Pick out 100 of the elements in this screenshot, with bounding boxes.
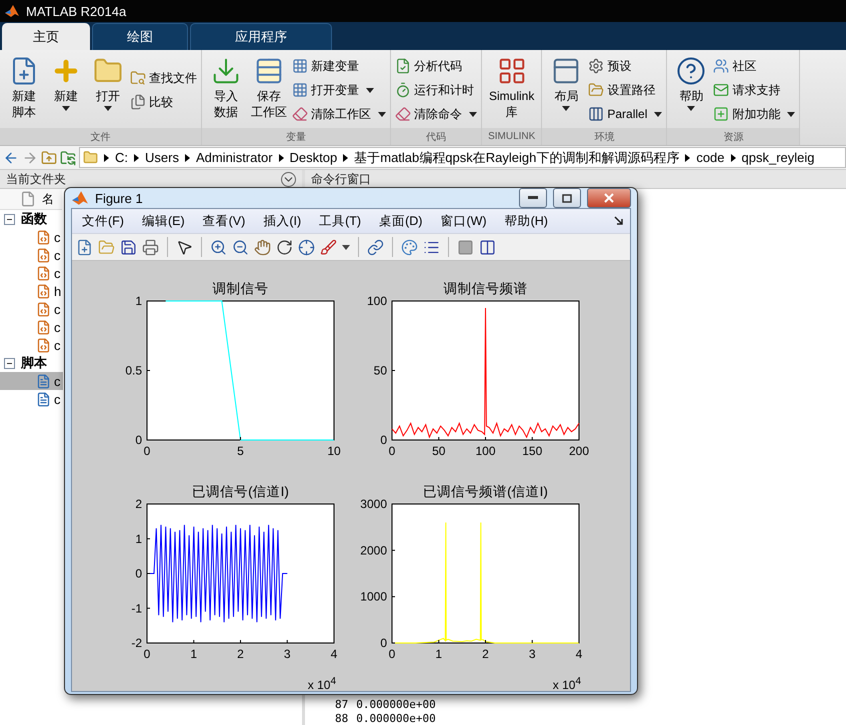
toolstrip-button[interactable]: 预设 [588,56,662,76]
menu-item[interactable]: 插入(I) [263,212,302,230]
toolstrip-button[interactable]: 保存 工作区 [248,54,290,128]
toolstrip-button[interactable]: 打开 [88,54,128,128]
caret-icon[interactable] [654,112,662,116]
group-title: 变量 [202,128,390,145]
caret-icon[interactable] [366,88,374,92]
caret-icon[interactable] [62,106,70,111]
tick-label: 0 [135,433,142,447]
window-title: MATLAB R2014a [26,4,126,18]
toolstrip-button[interactable]: 设置路径 [588,80,662,100]
folder-up-icon[interactable] [41,150,57,166]
tick-label: 150 [522,444,542,458]
toolstrip-button[interactable]: 社区 [713,56,796,76]
print-icon[interactable] [142,238,159,256]
menu-item[interactable]: 桌面(D) [379,212,422,230]
browse-folder-icon[interactable] [60,150,76,166]
toolstrip-button[interactable]: 新建 [46,54,86,128]
tick-label: 100 [366,294,387,308]
toolstrip-button[interactable]: 清除工作区 [292,104,386,124]
toolstrip-button[interactable]: 清除命令 [395,104,477,124]
menu-item[interactable]: 查看(V) [202,212,246,230]
collapse-toggle-icon[interactable] [4,214,15,224]
file-row[interactable]: c [0,246,63,264]
path-separator-icon [343,154,348,162]
mail-icon [713,82,730,98]
minimize-button[interactable] [519,188,547,208]
zoom-out-icon[interactable] [232,238,249,256]
hand-icon[interactable] [254,238,271,256]
script-file-icon [36,392,51,406]
rotate-icon[interactable] [276,238,293,256]
menu-item[interactable]: 编辑(E) [142,212,185,230]
toolstrip-button[interactable]: 比较 [130,92,197,112]
address-field[interactable]: C: Users Administrator Desktop 基于matlab编程qpsk在Rayleigh下的调制和解调源码程序 code qpsk_reyleig [79,147,846,168]
toolstrip-button[interactable]: 附加功能 [713,104,796,124]
zoom-in-icon[interactable] [210,238,227,256]
tick-label: 1 [435,647,442,661]
save-icon[interactable] [120,238,137,256]
ribbon-tab[interactable]: 主页 [2,23,90,50]
toolstrip-button[interactable]: 新建变量 [292,56,386,76]
menu-item[interactable]: 文件(F) [82,212,124,230]
toolstrip-button[interactable]: Parallel [588,104,662,124]
path-separator-icon [134,154,139,162]
square-icon[interactable] [457,238,474,256]
close-button[interactable] [587,188,631,208]
caret-icon[interactable] [469,112,477,116]
file-row[interactable]: c [0,372,63,390]
tick-label: 50 [432,444,446,458]
toolstrip-button[interactable]: 帮助 [671,54,712,128]
group-title: SIMULINK [482,128,542,145]
file-icon [20,191,36,207]
tick-label: 0 [135,566,142,580]
toolstrip-button[interactable]: 运行和计时 [395,80,477,100]
file-row[interactable]: c [0,390,63,408]
output-value: 0.000000e+00 [356,712,436,724]
menu-item[interactable]: 工具(T) [319,212,362,230]
toolstrip-button[interactable]: 新建 脚本 [4,54,44,128]
toolstrip-button[interactable]: 导入 数据 [206,54,246,128]
file-row[interactable]: h [0,282,63,300]
tick-label: 0 [388,444,396,458]
toolstrip-button[interactable]: 分析代码 [395,56,477,76]
caret-icon[interactable] [104,106,112,111]
dock-arrow-icon[interactable] [614,216,624,226]
caret-icon[interactable] [687,106,696,111]
chart-title: 调制信号 [212,281,268,296]
grid-icon [292,58,308,74]
caret-icon[interactable] [378,112,386,116]
file-row[interactable]: c [0,318,63,336]
back-icon[interactable] [3,150,19,166]
restore-icon[interactable] [562,194,572,202]
minimize-icon[interactable] [528,196,538,200]
close-icon[interactable] [604,193,614,203]
toolstrip-button[interactable]: 布局 [546,54,586,128]
file-row[interactable]: c [0,264,63,282]
restore-button[interactable] [553,188,581,208]
menu-item[interactable]: 窗口(W) [440,212,487,230]
collapse-toggle-icon[interactable] [4,358,15,368]
data-cursor-icon[interactable] [298,238,315,256]
panel-icon[interactable] [479,238,496,256]
new-figure-icon[interactable] [76,238,93,256]
tick-label: 1 [135,532,142,546]
caret-icon[interactable] [342,244,350,250]
ribbon-tab[interactable]: 应用程序 [190,23,332,50]
brush-icon[interactable] [320,238,337,256]
toolstrip-button[interactable]: 打开变量 [292,80,386,100]
column-header[interactable]: 名 [0,189,62,210]
ribbon-tab[interactable]: 绘图 [92,23,188,50]
file-row[interactable]: c [0,228,63,246]
toolstrip-button[interactable]: 请求支持 [713,80,796,100]
pointer-icon[interactable] [176,238,193,256]
caret-icon[interactable] [562,106,570,111]
menu-item[interactable]: 帮助(H) [504,212,548,230]
file-row[interactable]: c [0,300,63,318]
file-row[interactable]: c [0,336,63,354]
link-icon[interactable] [367,238,384,256]
toolstrip-button[interactable]: 查找文件 [130,68,197,88]
tick-label: 5 [237,444,244,458]
forward-icon[interactable] [22,150,38,166]
toolstrip-button[interactable]: Simulink 库 [486,54,538,128]
caret-icon[interactable] [787,112,796,116]
